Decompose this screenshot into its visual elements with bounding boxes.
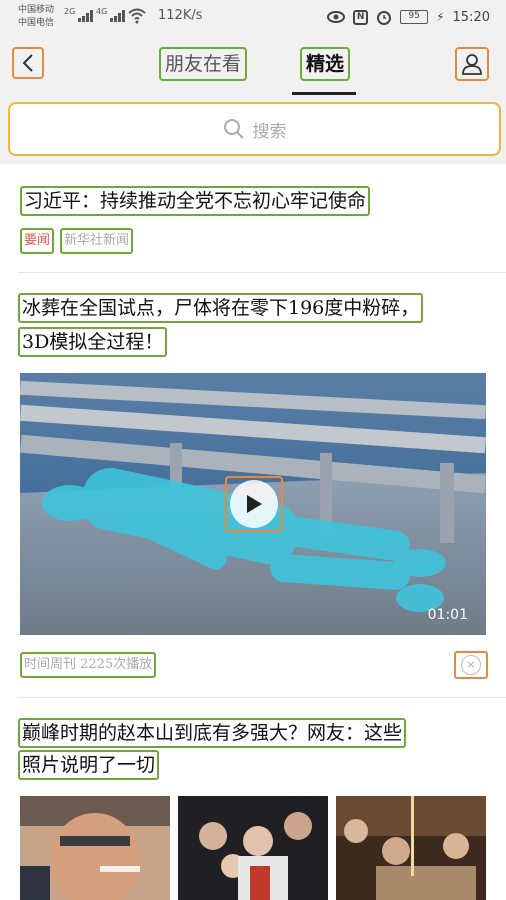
back-button[interactable] [12,47,44,79]
photo-image [336,796,486,900]
gallery-thumbnail-1[interactable] [20,796,170,900]
alarm-icon [377,11,392,25]
photo-image [20,796,170,900]
signal-bars-1-icon [78,10,93,22]
carrier-1: 中国移动 [18,5,55,15]
video-meta: 时间周刊 2225次播放 [20,652,157,678]
feed-item[interactable]: 习近平：持续推动全党不忘初心牢记使命 要闻 新华社新闻 [0,164,506,272]
top-nav: 朋友在看 精选 [0,34,506,98]
article-source: 新华社新闻 [60,228,134,254]
search-icon [223,119,244,139]
status-right: N 95 ⚡ 15:20 [327,7,490,27]
network-speed: 112K/s [158,8,203,23]
wifi-icon [128,8,146,24]
signal-type-1: 2G [64,7,76,16]
video-thumbnail[interactable]: 01:01 [20,373,486,635]
signal-bars-2-icon [110,10,125,22]
nfc-icon: N [353,9,369,25]
video-duration: 01:01 [427,607,468,623]
play-icon [230,480,278,528]
tab-friends-watching[interactable]: 朋友在看 [159,47,248,81]
status-bar: 中国移动 中国电信 2G 4G 112K/s N 95 ⚡ 15:20 [0,0,506,34]
search-placeholder: 搜索 [252,121,287,142]
article-title-line-1[interactable]: 巅峰时期的赵本山到底有多强大？网友：这些 [18,718,407,748]
signal-type-2: 4G [96,7,108,16]
play-button[interactable] [225,476,283,532]
photo-image [178,796,328,900]
article-title[interactable]: 习近平：持续推动全党不忘初心牢记使命 [20,186,371,216]
user-icon [462,54,482,75]
tab-featured[interactable]: 精选 [300,47,351,81]
charging-icon: ⚡ [436,10,445,24]
profile-button[interactable] [455,47,489,81]
search-area: 搜索 [0,98,506,164]
article-title-line-2[interactable]: 照片说明了一切 [18,750,160,780]
article-title-line-2[interactable]: 3D模拟全过程！ [18,327,168,357]
article-title-line-1[interactable]: 冰葬在全国试点，尸体将在零下196度中粉碎， [18,293,424,323]
article-meta: 要闻 新华社新闻 [20,228,134,254]
battery-icon: 95 [400,10,429,24]
video-source-plays: 时间周刊 2225次播放 [20,652,157,678]
gallery-thumbnail-3[interactable] [336,796,486,900]
carrier-labels: 中国移动 中国电信 [18,4,54,30]
dismiss-button[interactable]: × [454,651,488,679]
active-tab-indicator [292,92,356,95]
search-input[interactable]: 搜索 [8,102,501,156]
clock-time: 15:20 [452,9,490,25]
carrier-2: 中国电信 [18,18,55,28]
close-icon: × [461,655,481,675]
eye-icon [327,11,346,23]
chevron-left-icon [22,54,33,72]
gallery-thumbnail-2[interactable] [178,796,328,900]
news-tag: 要闻 [20,228,55,254]
